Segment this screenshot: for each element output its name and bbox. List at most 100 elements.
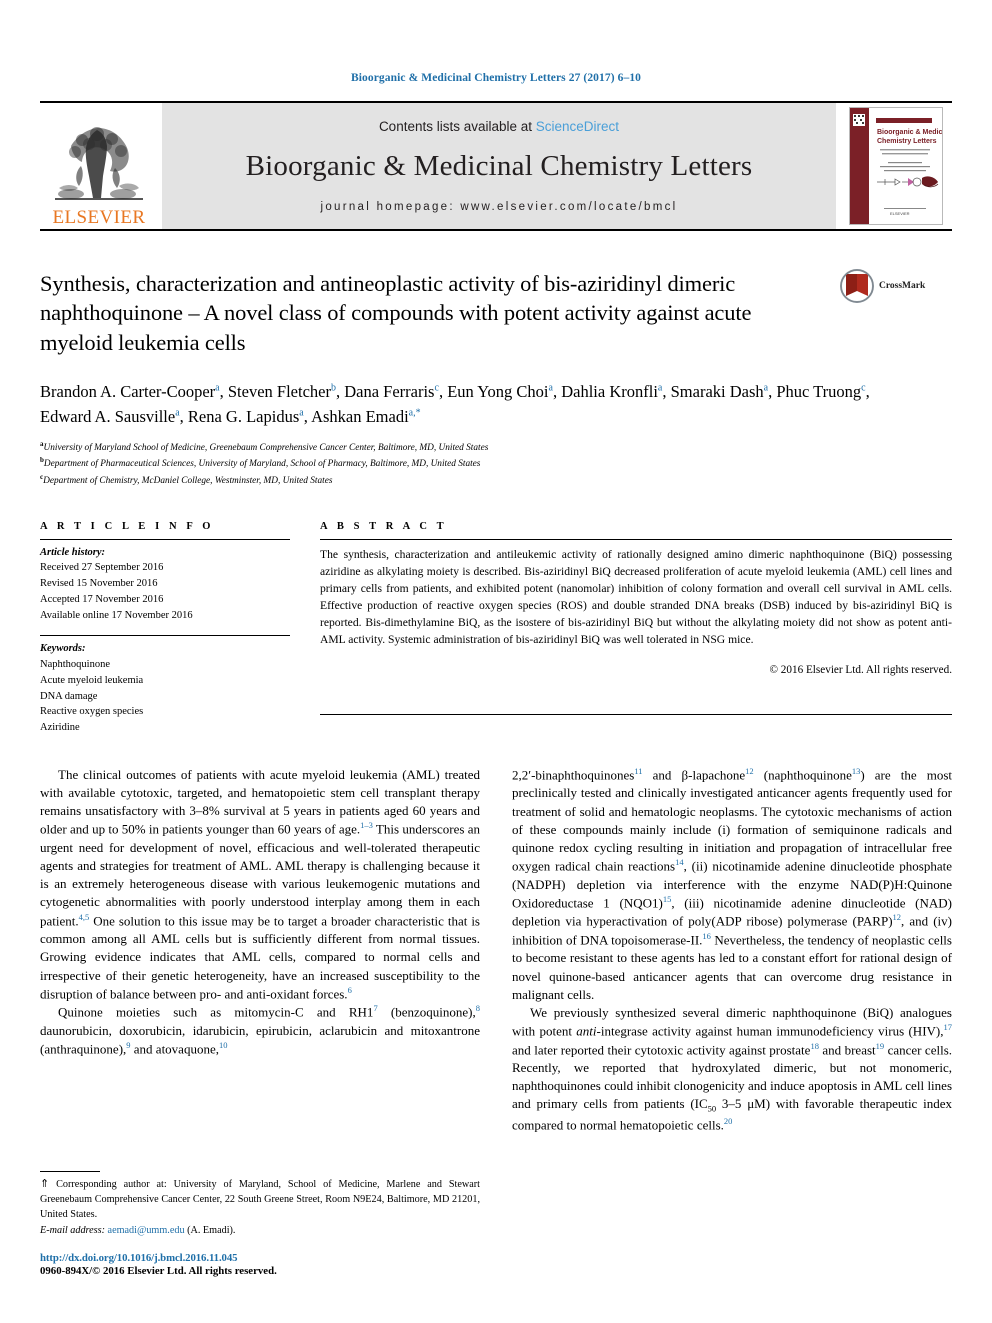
citation-reference[interactable]: 6: [348, 985, 352, 995]
citation-reference[interactable]: 12: [893, 912, 902, 922]
footnote-block: ⇑ Corresponding author at: University of…: [40, 1171, 480, 1277]
info-abstract-section: A R T I C L E I N F O Article history: R…: [40, 521, 952, 736]
article-info-column: A R T I C L E I N F O Article history: R…: [40, 521, 290, 736]
sciencedirect-link[interactable]: ScienceDirect: [536, 119, 619, 134]
svg-text:Chemistry Letters: Chemistry Letters: [877, 138, 937, 145]
footnote-rule: [40, 1171, 100, 1173]
author-affiliation-marker: c: [861, 382, 866, 394]
citation-reference[interactable]: 10: [219, 1040, 228, 1050]
keyword-item: DNA damage: [40, 690, 98, 702]
citation-reference[interactable]: 9: [126, 1040, 130, 1050]
crossmark-label: CrossMark: [879, 281, 926, 291]
article-page: Bioorganic & Medicinal Chemistry Letters…: [0, 0, 992, 1323]
abstract-copyright: © 2016 Elsevier Ltd. All rights reserved…: [769, 663, 953, 676]
svg-text:Bioorganic & Medicinal: Bioorganic & Medicinal: [877, 129, 943, 136]
citation-reference[interactable]: 13: [852, 766, 861, 776]
author-affiliation-marker: a: [299, 407, 304, 419]
email-label: E-mail address:: [40, 1225, 105, 1236]
corresponding-author-note: ⇑ Corresponding author at: University of…: [40, 1178, 480, 1220]
affiliation-list: aUniversity of Maryland School of Medici…: [40, 439, 952, 489]
email-suffix: (A. Emadi).: [184, 1225, 236, 1236]
email-link[interactable]: aemadi@umm.edu: [108, 1225, 185, 1236]
author-affiliation-marker: a: [548, 382, 553, 394]
citation-reference[interactable]: 20: [724, 1116, 733, 1126]
author-name: Edward A. Sausville: [40, 407, 176, 427]
author-name: Ashkan Emadi: [311, 407, 409, 427]
author-name: Rena G. Lapidus: [187, 407, 300, 427]
contents-available-line: Contents lists available at ScienceDirec…: [379, 119, 619, 134]
keywords-label: Keywords:: [40, 643, 86, 655]
author-list: Brandon A. Carter-Coopera, Steven Fletch…: [40, 381, 870, 427]
running-head: Bioorganic & Medicinal Chemistry Letters…: [350, 72, 642, 84]
crossmark-icon: [840, 269, 874, 303]
affiliation-marker: a: [40, 439, 44, 448]
author-name: Smaraki Dash: [670, 381, 764, 401]
citation-reference[interactable]: 14: [675, 857, 684, 867]
author-name: Steven Fletcher: [227, 381, 331, 401]
crossmark-badge[interactable]: CrossMark: [840, 263, 952, 309]
author-affiliation-marker: b: [330, 382, 336, 394]
author-affiliation-marker: a: [215, 382, 220, 394]
author-name: Phuc Truong: [776, 381, 862, 401]
article-history-block: Article history: Received 27 September 2…: [40, 540, 290, 624]
keyword-item: Reactive oxygen species: [40, 706, 144, 718]
elsevier-tree-icon: [55, 127, 143, 200]
abstract-column: A B S T R A C T The synthesis, character…: [320, 521, 952, 736]
issn-copyright: 0960-894X/© 2016 Elsevier Ltd. All right…: [40, 1265, 277, 1277]
body-paragraph-4: We previously synthesized several dimeri…: [512, 1004, 953, 1133]
body-columns: The clinical outcomes of patients with a…: [40, 766, 952, 1135]
body-paragraph-3: 2,2′-binaphthoquinones11 and β-lapachone…: [512, 765, 953, 1002]
citation-reference[interactable]: 18: [810, 1041, 819, 1051]
body-column-left: The clinical outcomes of patients with a…: [40, 766, 480, 1135]
corresponding-author-marker: ⇑: [40, 1178, 50, 1191]
author-affiliation-marker: a: [657, 382, 663, 394]
subscript: 50: [707, 1104, 717, 1115]
article-history-line: Revised 15 November 2016: [40, 578, 158, 590]
affiliation-line: aUniversity of Maryland School of Medici…: [40, 439, 489, 453]
elsevier-logo: ELSEVIER: [40, 103, 158, 229]
citation-reference[interactable]: 16: [702, 931, 711, 941]
keyword-item: Aziridine: [40, 722, 80, 734]
svg-text:ELSEVIER: ELSEVIER: [890, 211, 910, 216]
citation-reference[interactable]: 15: [663, 894, 672, 904]
citation-reference[interactable]: 4,5: [79, 912, 90, 922]
masthead-center: Contents lists available at ScienceDirec…: [162, 103, 836, 229]
citation-reference[interactable]: 7: [373, 1003, 377, 1013]
citation-reference[interactable]: 8: [476, 1003, 480, 1013]
author-affiliation-marker: a,*: [408, 407, 421, 419]
journal-title: Bioorganic & Medicinal Chemistry Letters: [245, 150, 753, 182]
article-history-line: Received 27 September 2016: [40, 562, 164, 574]
article-info-heading: A R T I C L E I N F O: [40, 520, 215, 532]
article-history-line: Available online 17 November 2016: [40, 609, 193, 621]
title-block: Synthesis, characterization and antineop…: [40, 269, 952, 357]
emphasis-text: anti: [576, 1023, 597, 1039]
citation-reference[interactable]: 11: [634, 766, 642, 776]
article-history-line: Accepted 17 November 2016: [40, 593, 164, 605]
keywords-block: Keywords: Naphthoquinone Acute myeloid le…: [40, 636, 290, 736]
doi-link[interactable]: http://dx.doi.org/10.1016/j.bmcl.2016.11…: [40, 1252, 480, 1264]
author-affiliation-marker: a: [763, 382, 769, 394]
author-affiliation-marker: a: [175, 407, 180, 419]
author-name: Dahlia Kronfli: [561, 381, 658, 401]
citation-reference[interactable]: 12: [745, 766, 754, 776]
doi-block: http://dx.doi.org/10.1016/j.bmcl.2016.11…: [40, 1252, 480, 1277]
journal-masthead: ELSEVIER Contents lists available at Sci…: [40, 101, 952, 231]
elsevier-wordmark: ELSEVIER: [52, 207, 146, 228]
author-name: Dana Ferraris: [344, 381, 435, 401]
affiliation-line: bDepartment of Pharmaceutical Sciences, …: [40, 456, 481, 470]
author-affiliation-marker: c: [434, 382, 439, 394]
affiliation-marker: c: [40, 473, 44, 481]
abstract-heading: A B S T R A C T: [320, 520, 448, 532]
author-name: Brandon A. Carter-Cooper: [40, 381, 216, 401]
journal-homepage-line[interactable]: journal homepage: www.elsevier.com/locat…: [320, 201, 677, 213]
affiliation-line: cDepartment of Chemistry, McDaniel Colle…: [40, 473, 333, 487]
citation-reference[interactable]: 17: [944, 1022, 953, 1032]
keyword-item: Acute myeloid leukemia: [40, 674, 144, 686]
contents-prefix: Contents lists available at: [378, 119, 536, 134]
abstract-bottom-rule: [320, 713, 952, 715]
page-title: Synthesis, characterization and antineop…: [40, 271, 752, 355]
journal-cover-thumbnail[interactable]: Bioorganic & Medicinal Chemistry Letters…: [840, 103, 952, 229]
body-paragraph-2: Quinone moieties such as mitomycin-C and…: [40, 1003, 480, 1057]
citation-reference[interactable]: 1–3: [360, 820, 373, 830]
citation-reference[interactable]: 19: [876, 1041, 885, 1051]
